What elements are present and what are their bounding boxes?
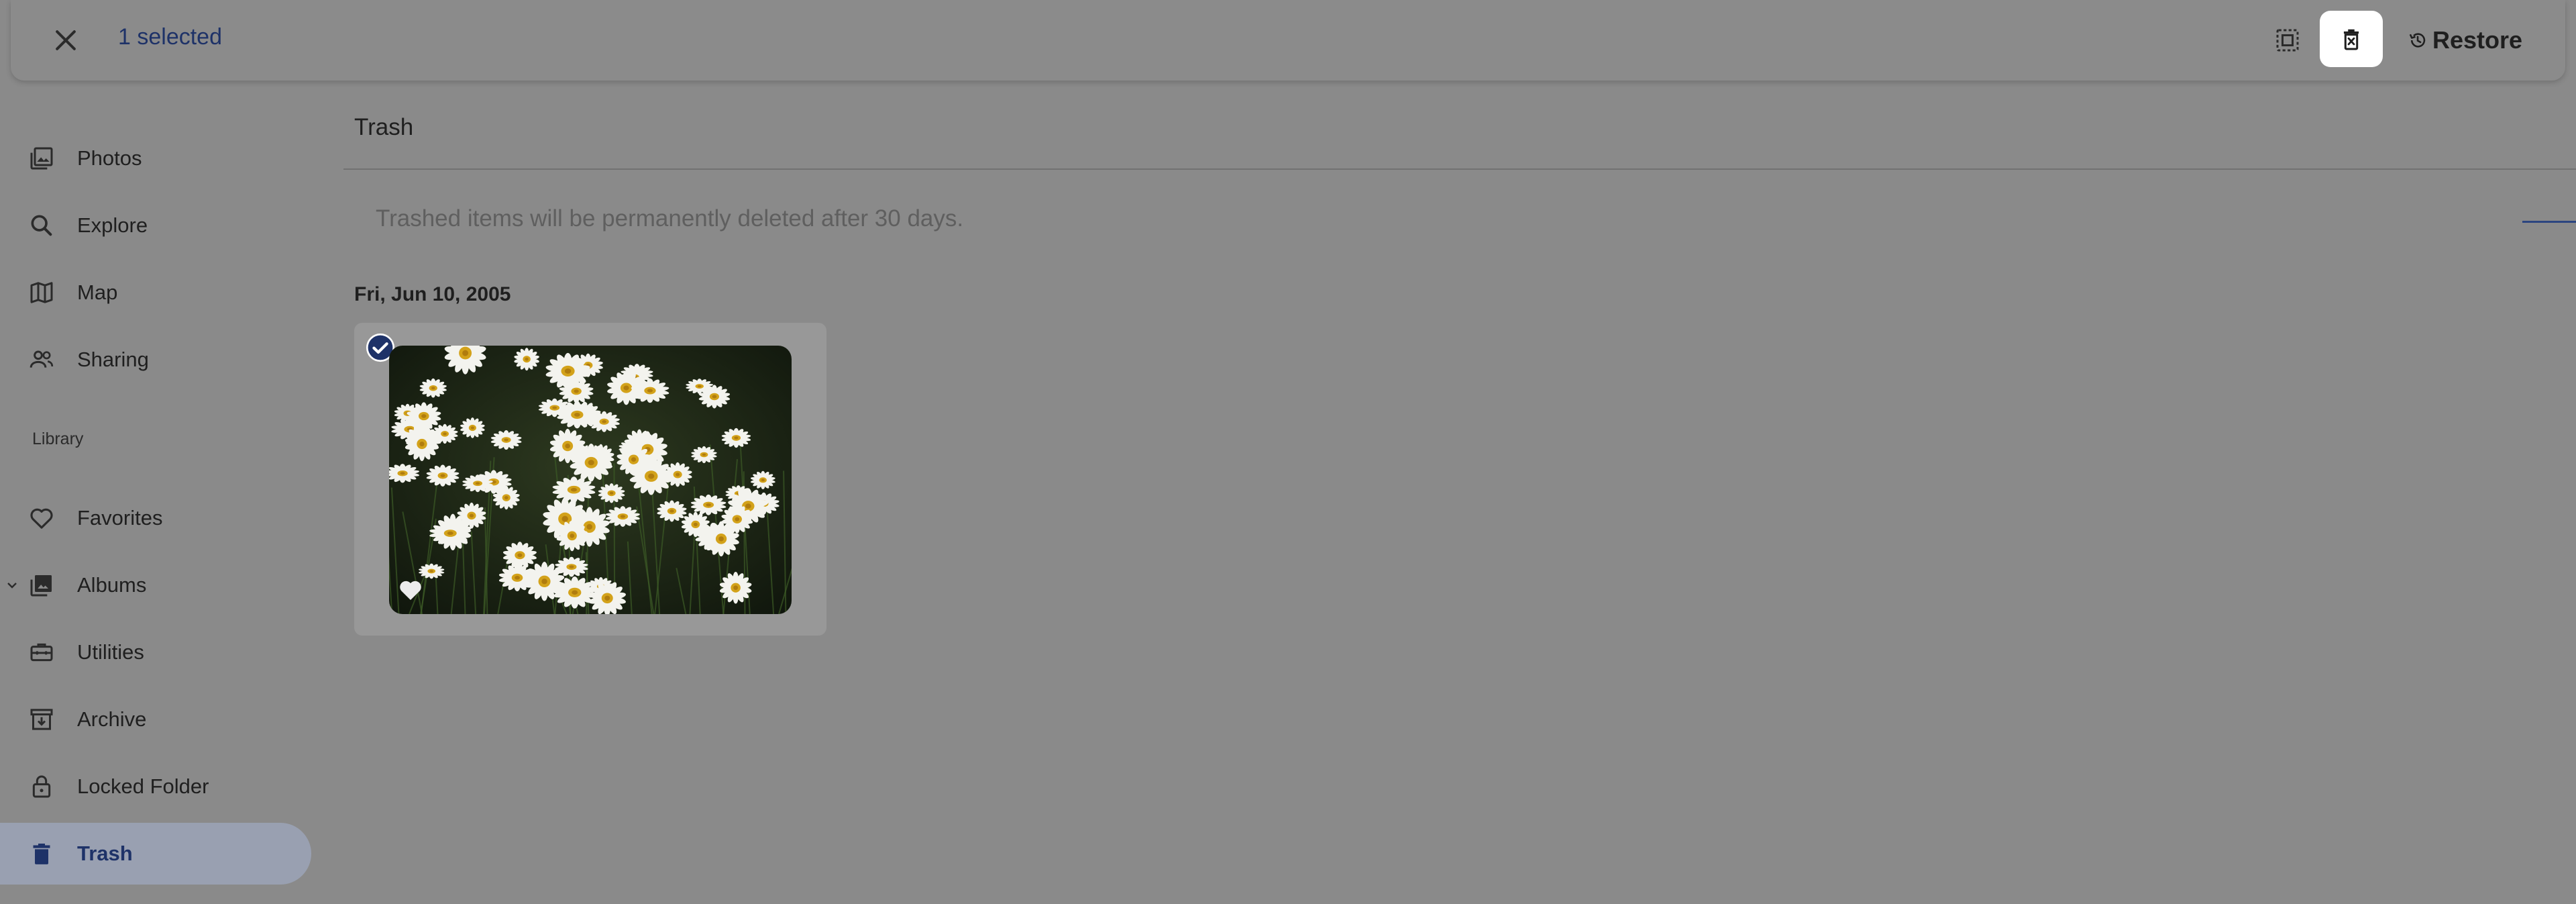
sidebar-item-explore[interactable]: Explore <box>0 195 311 256</box>
notice-accent-line <box>2522 221 2576 223</box>
restore-button[interactable]: Restore <box>2399 15 2532 66</box>
sidebar-item-label: Utilities <box>77 640 144 664</box>
sidebar-item-label: Trash <box>77 842 133 865</box>
sidebar-item-locked-folder[interactable]: Locked Folder <box>0 756 311 817</box>
restore-icon <box>2409 33 2426 48</box>
select-all-button[interactable] <box>2262 15 2313 66</box>
sidebar-item-label: Explore <box>77 213 148 237</box>
sidebar-item-label: Favorites <box>77 506 163 530</box>
restore-label: Restore <box>2432 26 2523 54</box>
delete-forever-icon <box>2343 29 2359 50</box>
sidebar-item-photos[interactable]: Photos <box>0 128 311 189</box>
sidebar-item-label: Map <box>77 281 118 304</box>
sidebar-item-label: Albums <box>77 573 147 597</box>
sidebar-item-label: Sharing <box>77 348 149 371</box>
sidebar-item-sharing[interactable]: Sharing <box>0 329 311 391</box>
photo-item[interactable] <box>354 323 826 636</box>
toolbox-icon <box>27 638 56 667</box>
chevron-down-icon[interactable] <box>4 577 20 593</box>
close-selection-button[interactable] <box>39 13 93 67</box>
sidebar-item-label: Photos <box>77 146 142 170</box>
favorite-heart-icon[interactable] <box>397 576 424 603</box>
heart-icon <box>27 503 56 533</box>
archive-icon <box>27 705 56 734</box>
search-icon <box>27 211 56 240</box>
delete-forever-button[interactable] <box>2320 11 2383 67</box>
sidebar-item-favorites[interactable]: Favorites <box>0 487 311 549</box>
page-title: Trash <box>354 114 414 140</box>
sidebar-item-trash[interactable]: Trash <box>0 823 311 885</box>
library-section-label: Library <box>32 430 84 448</box>
map-icon <box>27 278 56 307</box>
daisy-flowers-image <box>389 346 792 614</box>
close-icon <box>56 30 76 50</box>
select-all-icon <box>2276 29 2299 52</box>
sidebar-item-label: Locked Folder <box>77 774 209 798</box>
sidebar-item-albums[interactable]: Albums <box>0 554 311 616</box>
trash-icon <box>27 839 56 868</box>
selection-toolbar: 1 selected Restore <box>11 0 2565 81</box>
date-group-header[interactable]: Fri, Jun 10, 2005 <box>354 283 511 306</box>
sidebar-item-utilities[interactable]: Utilities <box>0 621 311 683</box>
trash-notice: Trashed items will be permanently delete… <box>376 205 964 232</box>
lock-icon <box>27 772 56 801</box>
sidebar-item-archive[interactable]: Archive <box>0 689 311 750</box>
sidebar-item-map[interactable]: Map <box>0 262 311 323</box>
photos-icon <box>27 144 56 173</box>
albums-icon <box>27 570 56 600</box>
selected-count: 1 selected <box>118 24 222 50</box>
people-icon <box>27 345 56 374</box>
photo-thumbnail[interactable] <box>389 346 792 614</box>
sidebar-item-label: Archive <box>77 707 147 731</box>
title-divider <box>343 168 2576 170</box>
